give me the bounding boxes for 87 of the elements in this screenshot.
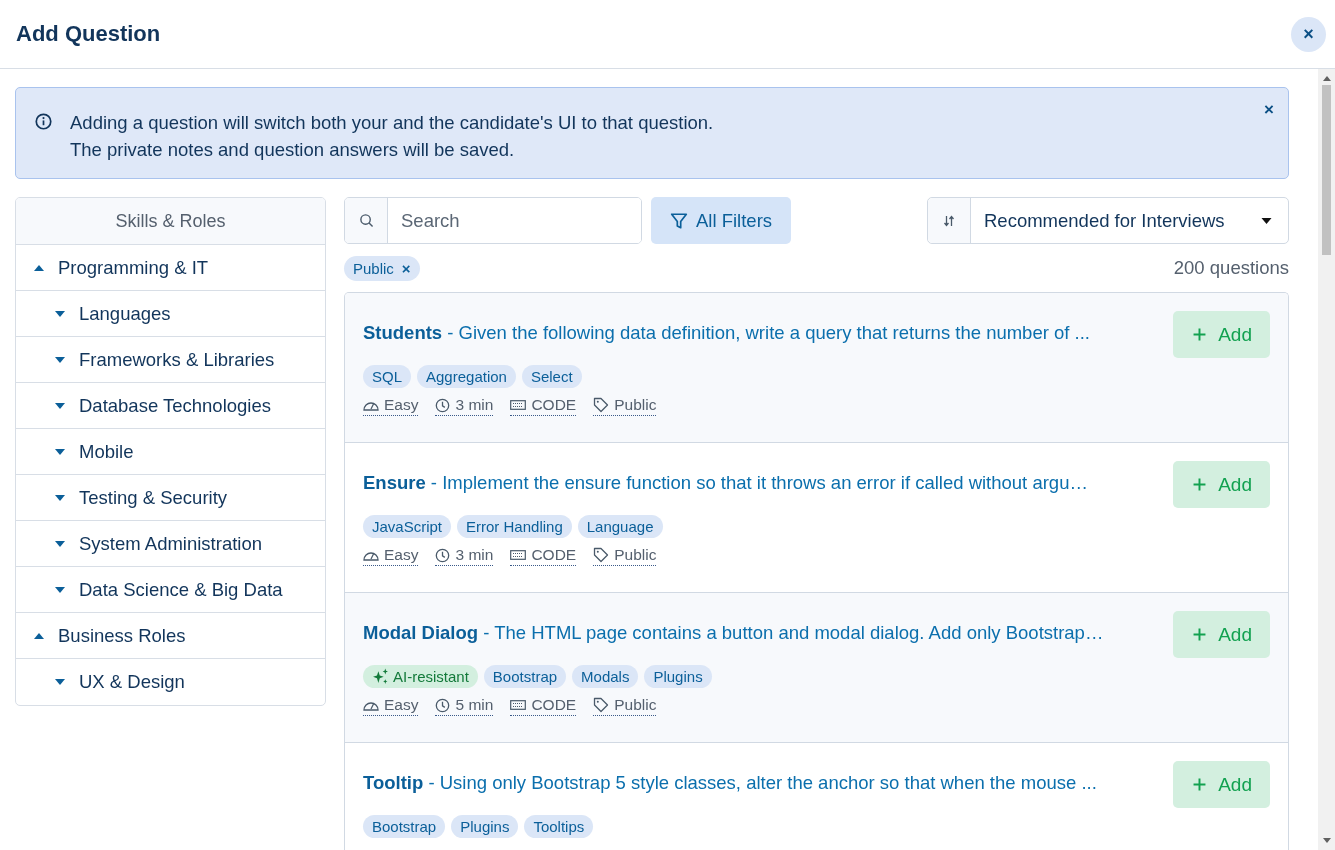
duration-label: 3 min xyxy=(435,546,494,566)
question-title[interactable]: Modal Dialog - The HTML page contains a button and modal dialog. Add only Bootstrap… xyxy=(363,622,1104,644)
caret-icon xyxy=(1261,217,1272,224)
difficulty-label: Easy xyxy=(363,696,419,716)
tree-item-label: Database Technologies xyxy=(79,394,271,417)
tag-icon xyxy=(593,697,610,713)
notice-text: The private notes and question answers will be saved. xyxy=(70,138,516,162)
keyboard-icon xyxy=(510,700,527,710)
sidebar-heading: Skills & Roles xyxy=(16,198,325,245)
result-count: 200 questions xyxy=(1173,257,1289,279)
filter-icon xyxy=(670,211,688,230)
type-label: CODE xyxy=(510,696,577,716)
visibility-label: Public xyxy=(593,696,657,716)
filters-button[interactable]: All Filters xyxy=(651,197,792,244)
sort-icon xyxy=(943,214,955,227)
plus-icon xyxy=(1193,628,1207,641)
tree-item[interactable]: Data Science & Big Data xyxy=(16,567,325,613)
tag: AI-resistant xyxy=(363,665,478,688)
tag: Modals xyxy=(572,665,639,688)
clock-icon xyxy=(435,397,451,413)
tag: Tooltips xyxy=(524,815,594,838)
chip-label: Public xyxy=(353,259,394,277)
tree-item[interactable]: Business Roles xyxy=(16,613,325,659)
visibility-label: Public xyxy=(593,396,657,416)
sparkle-icon xyxy=(372,668,389,685)
tag: SQL xyxy=(363,365,411,388)
tag-icon xyxy=(593,397,610,413)
tree-item[interactable]: Mobile xyxy=(16,429,325,475)
dialog-title: Add Question xyxy=(16,21,161,47)
tag: Plugins xyxy=(644,665,712,688)
close-button[interactable]: × xyxy=(1264,100,1274,120)
plus-icon xyxy=(1193,478,1207,491)
sort-dropdown[interactable]: Recommended for Interviews xyxy=(927,197,1289,244)
notice-text: Adding a question will switch both your and the candidate's UI to that question. xyxy=(70,111,714,135)
duration-label: 3 min xyxy=(435,396,494,416)
tree-item[interactable]: UX & Design xyxy=(16,659,325,705)
tag-icon xyxy=(593,547,610,563)
tree-item[interactable]: Programming & IT xyxy=(16,245,325,291)
type-label: CODE xyxy=(510,396,577,416)
tree-item-label: Data Science & Big Data xyxy=(79,578,283,601)
tree-item-label: System Administration xyxy=(79,532,262,555)
gauge-icon xyxy=(363,699,379,711)
gauge-icon xyxy=(363,549,379,561)
gauge-icon xyxy=(363,399,379,411)
plus-icon xyxy=(1193,778,1207,791)
scroll-down-icon xyxy=(1322,838,1331,843)
tree-item-label: Testing & Security xyxy=(79,486,228,509)
difficulty-label: Easy xyxy=(363,546,419,566)
tree-item[interactable]: Database Technologies xyxy=(16,383,325,429)
visibility-label: Public xyxy=(593,546,657,566)
duration-label: 5 min xyxy=(435,696,494,716)
tree-item-label: Frameworks & Libraries xyxy=(79,348,275,371)
clock-icon xyxy=(435,547,451,563)
tree-item-label: Mobile xyxy=(79,440,134,463)
close-button[interactable]: × xyxy=(1291,16,1326,52)
question-title[interactable]: Tooltip - Using only Bootstrap 5 style classes, alter the anchor so that when the mouse ... xyxy=(363,772,1097,794)
tree-item[interactable]: Testing & Security xyxy=(16,475,325,521)
keyboard-icon xyxy=(510,550,527,560)
tree-item-label: Programming & IT xyxy=(58,256,209,279)
remove-button[interactable]: × xyxy=(401,259,411,277)
plus-icon xyxy=(1193,328,1207,341)
info-icon xyxy=(35,113,52,130)
tag: Select xyxy=(521,365,582,388)
question-title[interactable]: Ensure - Implement the ensure function so that it throws an error if called without argu… xyxy=(363,472,1088,494)
tag: Plugins xyxy=(451,815,519,838)
difficulty-label: Easy xyxy=(363,396,419,416)
type-label: CODE xyxy=(510,546,577,566)
tag: Bootstrap xyxy=(363,815,446,838)
question-title[interactable]: Students - Given the following data definition, write a query that returns the number of ... xyxy=(363,322,1090,344)
tag: Error Handling xyxy=(457,515,572,538)
tree-item-label: Languages xyxy=(79,302,171,325)
tree-item[interactable]: System Administration xyxy=(16,521,325,567)
scroll-up-icon xyxy=(1322,76,1331,81)
search-field[interactable]: Search xyxy=(344,197,642,244)
scrollbar[interactable] xyxy=(1318,69,1335,850)
tag: JavaScript xyxy=(363,515,452,538)
tag: Aggregation xyxy=(417,365,516,388)
tree-item[interactable]: Languages xyxy=(16,291,325,337)
keyboard-icon xyxy=(510,400,527,410)
tree-item-label: Business Roles xyxy=(58,624,186,647)
tag: Language xyxy=(577,515,663,538)
scrollbar-thumb[interactable] xyxy=(1322,85,1331,255)
tree-item-label: UX & Design xyxy=(79,671,185,693)
clock-icon xyxy=(435,697,451,713)
tree-item[interactable]: Frameworks & Libraries xyxy=(16,337,325,383)
search-icon xyxy=(358,213,374,228)
tag: Bootstrap xyxy=(483,665,567,688)
